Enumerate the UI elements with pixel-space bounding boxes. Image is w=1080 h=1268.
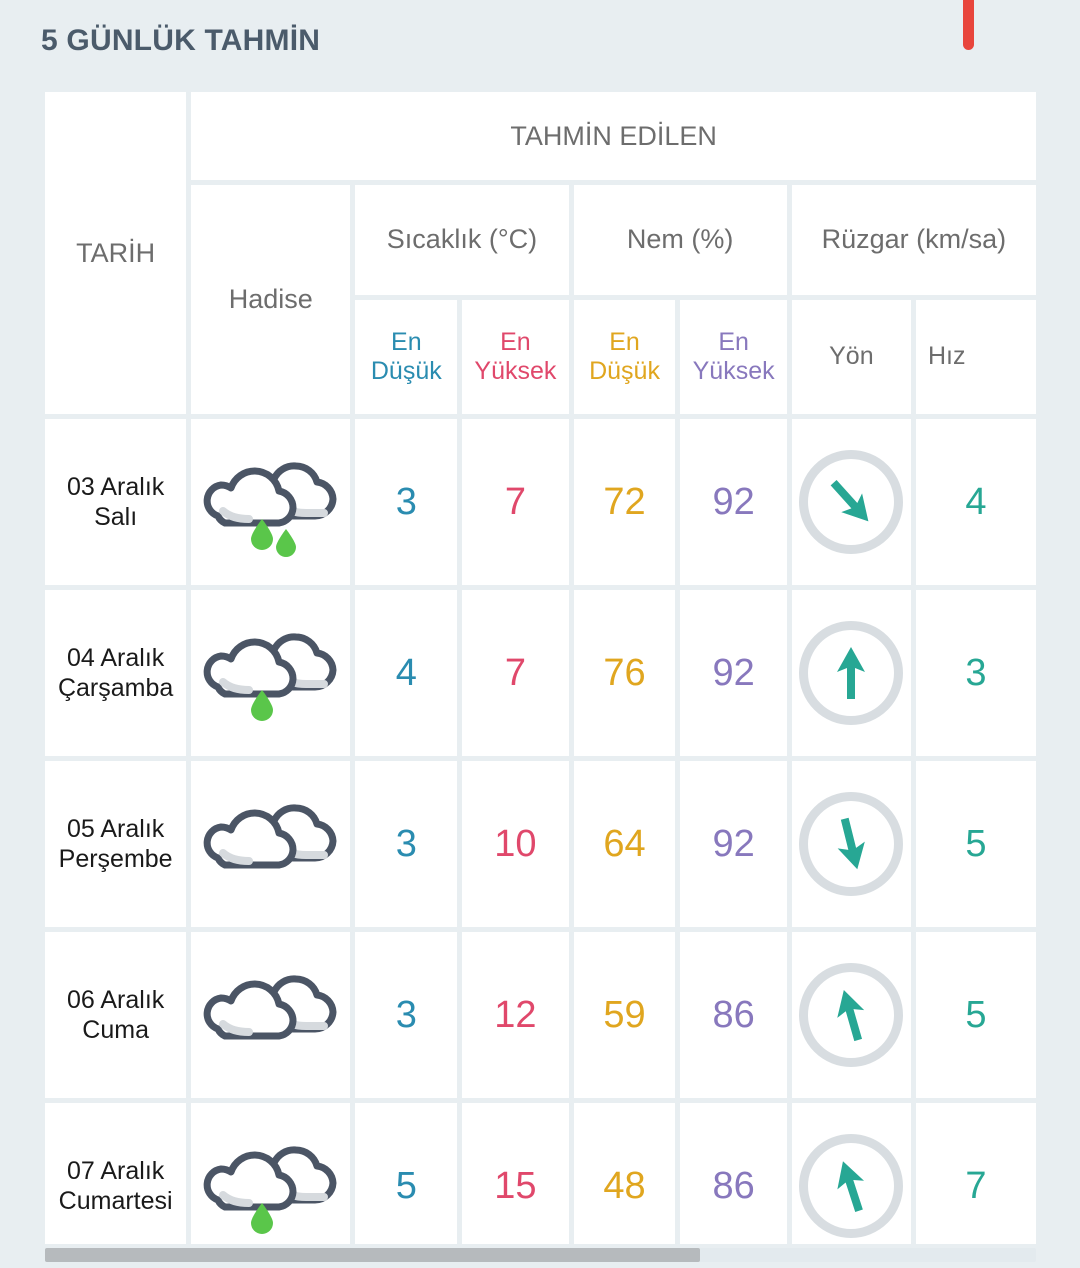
arrow-up-left-icon <box>837 990 865 1042</box>
date-text: 06 Aralık Cuma <box>45 985 186 1046</box>
forecast-table: TARİH TAHMİN EDİLEN Hadise Sıcaklık (°C)… <box>45 92 1036 1244</box>
date-text: 07 Aralık Cumartesi <box>45 1156 186 1217</box>
date-weekday: Çarşamba <box>57 674 174 702</box>
cell-condition <box>191 419 351 585</box>
cell-condition <box>191 590 351 756</box>
header-wind-speed: Hız <box>915 300 1036 414</box>
cell-wind-direction <box>791 419 911 585</box>
header-hum-min: En Düşük <box>573 300 676 414</box>
cell-wind-direction <box>791 590 911 756</box>
date-day: 03 Aralık <box>66 472 165 501</box>
date-day: 04 Aralık <box>66 643 165 672</box>
cell-condition <box>191 761 351 927</box>
header-wind-direction: Yön <box>791 300 911 414</box>
wind-dial <box>799 792 904 896</box>
header-hadise: Hadise <box>191 185 351 414</box>
cell-hum-max: 92 <box>680 419 787 585</box>
header-sicaklik: Sıcaklık (°C) <box>355 185 569 295</box>
horizontal-scrollbar-track[interactable] <box>45 1248 1036 1262</box>
table-body: 03 Aralık Salı 3 7 72 92 4 04 Aralık Çarşamba 4 7 7… <box>45 419 1036 1244</box>
header-nem: Nem (%) <box>573 185 787 295</box>
table-row: 03 Aralık Salı 3 7 72 92 4 <box>45 419 1036 585</box>
header-wind-speed-label: Hız <box>927 342 966 371</box>
wind-dial <box>799 621 904 725</box>
wind-dial <box>799 1134 904 1238</box>
cell-date: 05 Aralık Perşembe <box>45 761 187 927</box>
cell-temp-max: 10 <box>462 761 569 927</box>
cell-hum-min: 64 <box>573 761 676 927</box>
cell-temp-max: 7 <box>462 590 569 756</box>
table-row: 07 Aralık Cumartesi 5 15 48 86 7 <box>45 1103 1036 1244</box>
arrow-up-icon <box>837 647 866 699</box>
cell-date: 04 Aralık Çarşamba <box>45 590 187 756</box>
header-row-mid: Hadise Sıcaklık (°C) Nem (%) Rüzgar (km/… <box>45 185 1036 414</box>
cell-hum-min: 59 <box>573 932 676 1098</box>
header-ruzgar: Rüzgar (km/sa) <box>791 185 1036 295</box>
date-day: 05 Aralık <box>66 814 165 843</box>
date-day: 06 Aralık <box>66 985 165 1014</box>
cell-date: 03 Aralık Salı <box>45 419 187 585</box>
cell-temp-min: 3 <box>355 932 458 1098</box>
cell-hum-min: 72 <box>573 419 676 585</box>
cloudy-rain-icon <box>203 1145 337 1234</box>
cell-temp-max: 7 <box>462 419 569 585</box>
date-text: 04 Aralık Çarşamba <box>45 643 186 704</box>
date-weekday: Salı <box>94 503 138 531</box>
cell-hum-max: 86 <box>680 1103 787 1244</box>
table-row: 06 Aralık Cuma 3 12 59 86 5 <box>45 932 1036 1098</box>
cell-hum-min: 48 <box>573 1103 676 1244</box>
table-row: 04 Aralık Çarşamba 4 7 76 92 3 <box>45 590 1036 756</box>
cell-condition <box>191 1103 351 1244</box>
cell-temp-min: 3 <box>355 761 458 927</box>
cell-wind-speed: 4 <box>915 419 1036 585</box>
cloudy-rain-icon <box>203 632 337 721</box>
date-day: 07 Aralık <box>66 1156 165 1185</box>
cell-wind-direction <box>791 1103 911 1244</box>
arrow-down-icon <box>838 817 866 870</box>
cell-wind-speed: 5 <box>915 761 1036 927</box>
header-hum-max: En Yüksek <box>680 300 787 414</box>
table-header: TARİH TAHMİN EDİLEN Hadise Sıcaklık (°C)… <box>45 92 1036 414</box>
cell-hum-max: 86 <box>680 932 787 1098</box>
date-weekday: Perşembe <box>58 845 173 873</box>
cell-temp-min: 4 <box>355 590 458 756</box>
date-weekday: Cumartesi <box>58 1187 173 1215</box>
map-pin-marker-icon <box>963 0 974 50</box>
cell-temp-min: 3 <box>355 419 458 585</box>
wind-dial <box>799 963 904 1067</box>
header-tahmin-edilen: TAHMİN EDİLEN <box>191 92 1036 180</box>
cloudy-icon <box>203 974 337 1039</box>
header-row-top: TARİH TAHMİN EDİLEN <box>45 92 1036 414</box>
cell-temp-max: 15 <box>462 1103 569 1244</box>
header-temp-min: En Düşük <box>355 300 458 414</box>
date-text: 05 Aralık Perşembe <box>45 814 186 875</box>
cell-hum-max: 92 <box>680 590 787 756</box>
cell-hum-min: 76 <box>573 590 676 756</box>
cell-condition <box>191 932 351 1098</box>
header-temp-max: En Yüksek <box>462 300 569 414</box>
cell-wind-direction <box>791 761 911 927</box>
cell-temp-min: 5 <box>355 1103 458 1244</box>
cloudy-icon <box>203 803 337 868</box>
forecast-table-scroll-container[interactable]: TARİH TAHMİN EDİLEN Hadise Sıcaklık (°C)… <box>45 92 1036 1244</box>
arrow-down-right-icon <box>830 480 869 522</box>
wind-dial <box>799 450 904 554</box>
date-text: 03 Aralık Salı <box>45 472 186 533</box>
cell-hum-max: 92 <box>680 761 787 927</box>
cell-wind-direction <box>791 932 911 1098</box>
cell-wind-speed: 5 <box>915 932 1036 1098</box>
page-title: 5 GÜNLÜK TAHMİN <box>41 24 321 57</box>
cloudy-rain-icon <box>203 461 337 557</box>
cell-wind-speed: 7 <box>915 1103 1036 1244</box>
header-tarih: TARİH <box>45 92 187 414</box>
cell-date: 06 Aralık Cuma <box>45 932 187 1098</box>
cell-wind-speed: 3 <box>915 590 1036 756</box>
horizontal-scrollbar-thumb[interactable] <box>45 1248 700 1262</box>
date-weekday: Cuma <box>82 1016 149 1044</box>
arrow-up-left-icon <box>837 1161 865 1212</box>
cell-date: 07 Aralık Cumartesi <box>45 1103 187 1244</box>
table-row: 05 Aralık Perşembe 3 10 64 92 5 <box>45 761 1036 927</box>
cell-temp-max: 12 <box>462 932 569 1098</box>
